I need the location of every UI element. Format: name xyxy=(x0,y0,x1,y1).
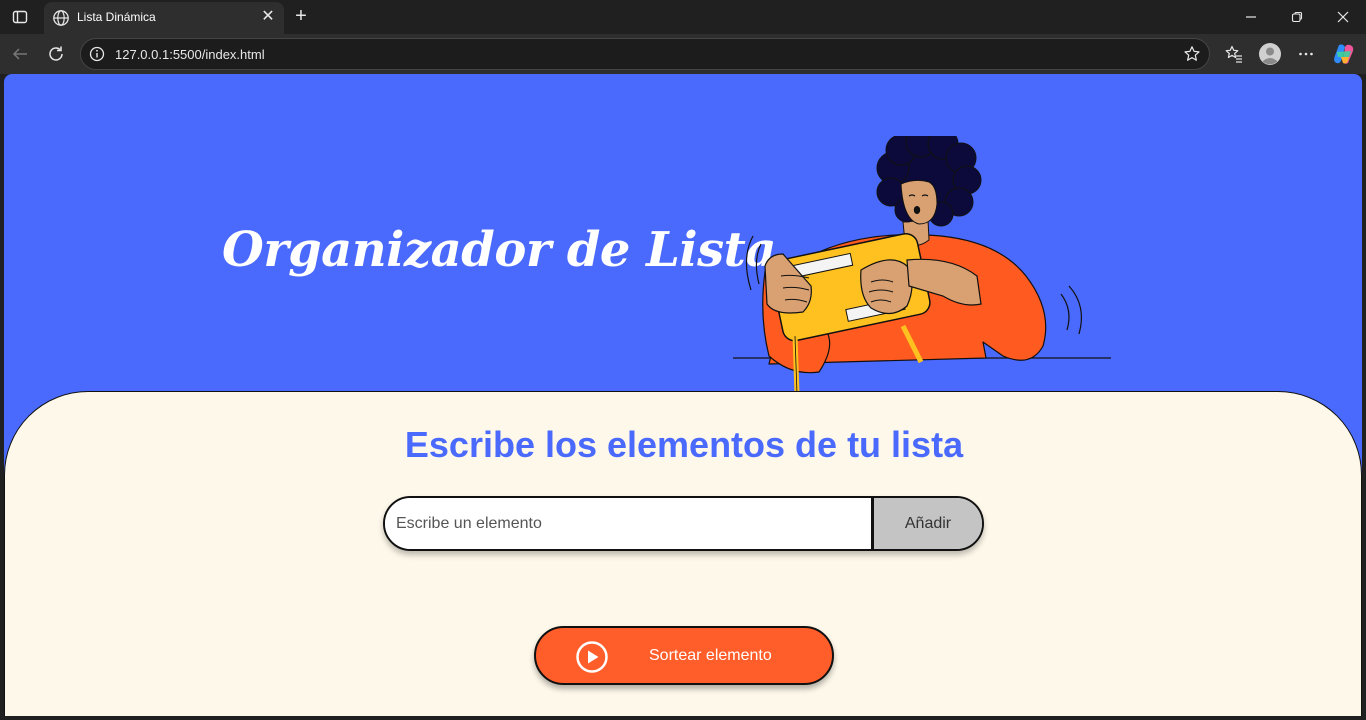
play-icon xyxy=(575,640,609,674)
profile-icon[interactable] xyxy=(1258,42,1282,66)
info-icon[interactable] xyxy=(89,46,105,62)
draw-button-label: Sortear elemento xyxy=(649,647,772,664)
back-icon[interactable] xyxy=(10,44,30,64)
globe-icon xyxy=(52,9,70,27)
page-viewport: Organizador de Lista Escribe los element… xyxy=(4,74,1362,716)
copilot-icon[interactable] xyxy=(1332,42,1356,66)
page-title: Organizador de Lista xyxy=(222,222,776,278)
reload-icon[interactable] xyxy=(46,44,66,64)
browser-tab[interactable]: Lista Dinámica ✕ xyxy=(44,2,284,34)
section-heading: Escribe los elementos de tu lista xyxy=(404,424,964,465)
browser-toolbar: 127.0.0.1:5500/index.html xyxy=(0,34,1366,74)
add-item-form: Añadir xyxy=(383,496,984,551)
more-icon[interactable] xyxy=(1296,44,1316,64)
window-close-icon[interactable] xyxy=(1320,0,1366,34)
person-with-game-console-illustration xyxy=(733,136,1111,394)
add-button[interactable]: Añadir xyxy=(871,498,982,549)
item-input[interactable] xyxy=(385,498,871,549)
close-icon[interactable]: ✕ xyxy=(260,9,276,25)
url-text: 127.0.0.1:5500/index.html xyxy=(115,47,265,62)
restore-icon[interactable] xyxy=(1274,0,1320,34)
minimize-icon[interactable] xyxy=(1228,0,1274,34)
address-bar[interactable]: 127.0.0.1:5500/index.html xyxy=(80,38,1210,70)
sidebar-icon[interactable] xyxy=(10,7,30,27)
star-icon[interactable] xyxy=(1183,45,1201,63)
tab-bar: Lista Dinámica ✕ + xyxy=(0,0,1366,34)
tab-title: Lista Dinámica xyxy=(77,10,156,24)
list-card: Escribe los elementos de tu lista Añadir… xyxy=(4,391,1362,716)
draw-element-button[interactable]: Sortear elemento xyxy=(534,626,834,685)
plus-icon[interactable]: + xyxy=(291,6,311,26)
favorites-icon[interactable] xyxy=(1224,44,1244,64)
